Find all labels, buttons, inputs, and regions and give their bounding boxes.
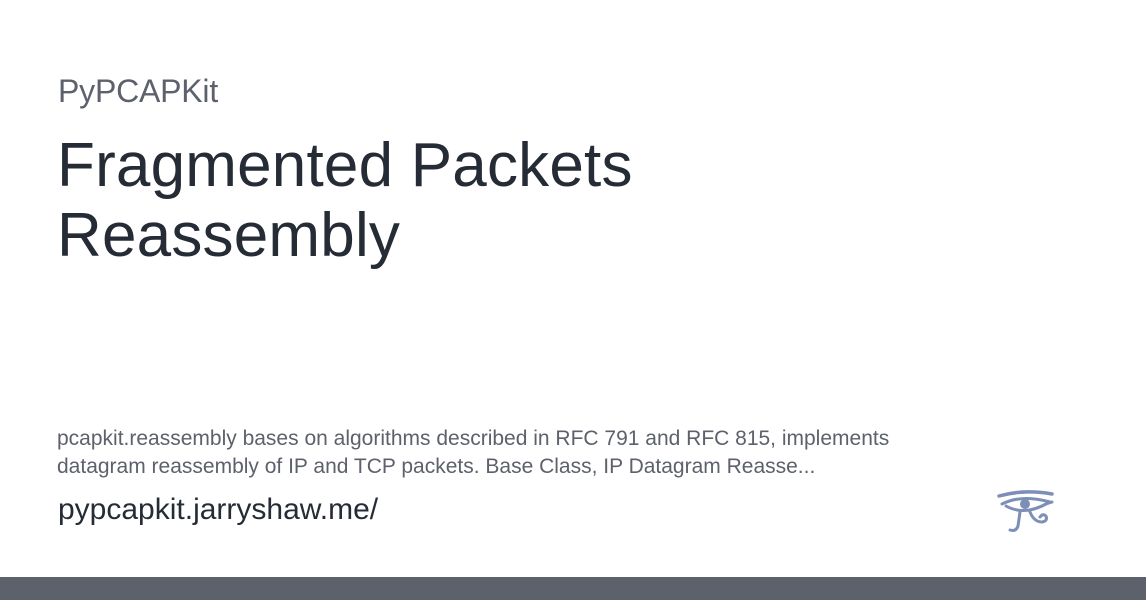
page-title-line-1: Fragmented Packets [57, 131, 633, 200]
page-title: Fragmented Packets Reassembly [57, 131, 777, 271]
eye-of-horus-icon [994, 488, 1058, 536]
page-description: pcapkit.reassembly bases on algorithms d… [57, 425, 1017, 481]
social-preview-card: PyPCAPKit Fragmented Packets Reassembly … [0, 0, 1146, 600]
bottom-accent-bar [0, 577, 1146, 600]
page-title-line-2: Reassembly [57, 201, 401, 270]
site-url-link[interactable]: pypcapkit.jarryshaw.me/ [58, 490, 378, 530]
description-line-2: datagram reassembly of IP and TCP packet… [57, 455, 816, 478]
site-name: PyPCAPKit [58, 73, 219, 109]
description-line-1: pcapkit.reassembly bases on algorithms d… [57, 427, 890, 450]
